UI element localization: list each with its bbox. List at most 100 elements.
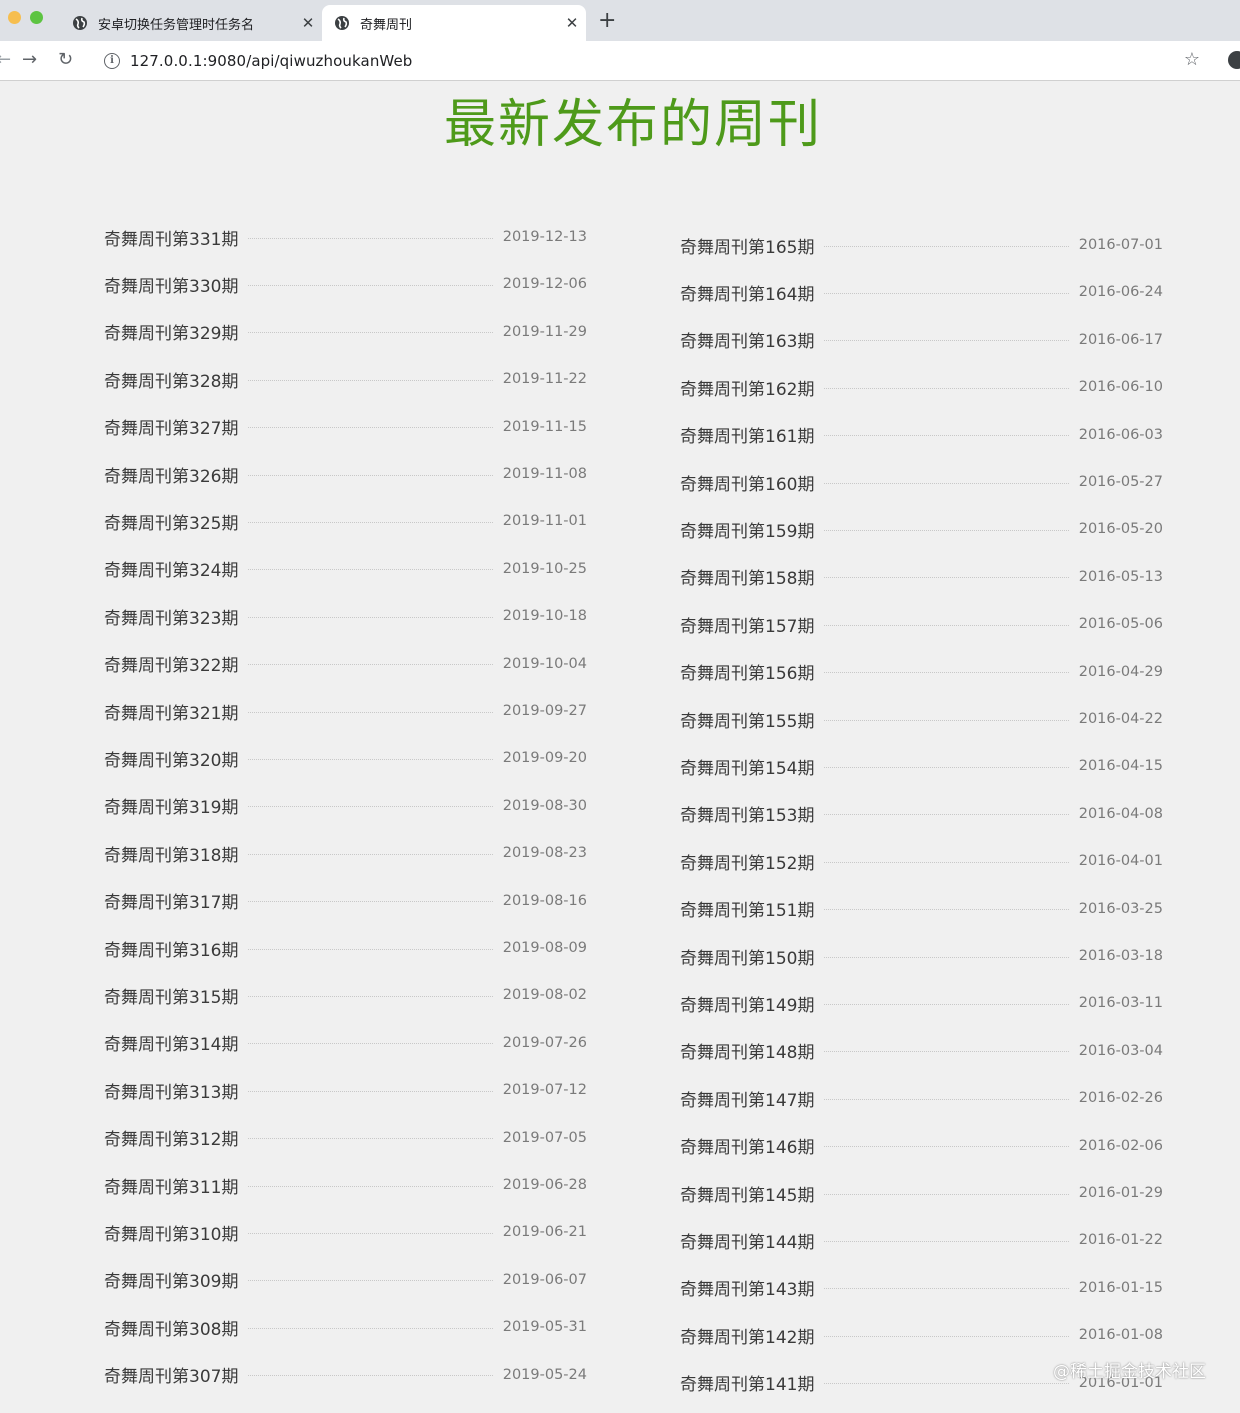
issue-title-link[interactable]: 奇舞周刊第150期 — [680, 944, 814, 969]
issue-title-link[interactable]: 奇舞周刊第151期 — [680, 896, 814, 921]
issue-row[interactable]: 奇舞周刊第159期 2016-05-20 — [680, 514, 1163, 544]
issue-row[interactable]: 奇舞周刊第147期 2016-02-26 — [680, 1083, 1163, 1113]
issue-title-link[interactable]: 奇舞周刊第165期 — [680, 233, 814, 258]
issue-row[interactable]: 奇舞周刊第155期 2016-04-22 — [680, 704, 1163, 734]
issue-row[interactable]: 奇舞周刊第331期 2019-12-13 — [104, 222, 587, 252]
issue-row[interactable]: 奇舞周刊第322期 2019-10-04 — [104, 649, 587, 679]
issue-row[interactable]: 奇舞周刊第311期 2019-06-28 — [104, 1170, 587, 1200]
issue-title-link[interactable]: 奇舞周刊第309期 — [104, 1267, 238, 1292]
issue-row[interactable]: 奇舞周刊第148期 2016-03-04 — [680, 1036, 1163, 1066]
window-maximize-button[interactable] — [30, 11, 43, 24]
issue-title-link[interactable]: 奇舞周刊第152期 — [680, 849, 814, 874]
issue-row[interactable]: 奇舞周刊第143期 2016-01-15 — [680, 1273, 1163, 1303]
issue-title-link[interactable]: 奇舞周刊第159期 — [680, 517, 814, 542]
issue-row[interactable]: 奇舞周刊第158期 2016-05-13 — [680, 562, 1163, 592]
close-icon[interactable]: ✕ — [558, 14, 586, 32]
issue-title-link[interactable]: 奇舞周刊第330期 — [104, 272, 238, 297]
issue-title-link[interactable]: 奇舞周刊第160期 — [680, 470, 814, 495]
issue-row[interactable]: 奇舞周刊第153期 2016-04-08 — [680, 799, 1163, 829]
issue-row[interactable]: 奇舞周刊第308期 2019-05-31 — [104, 1312, 587, 1342]
issue-row[interactable]: 奇舞周刊第327期 2019-11-15 — [104, 412, 587, 442]
issue-row[interactable]: 奇舞周刊第145期 2016-01-29 — [680, 1178, 1163, 1208]
issue-title-link[interactable]: 奇舞周刊第327期 — [104, 414, 238, 439]
issue-title-link[interactable]: 奇舞周刊第320期 — [104, 746, 238, 771]
issue-title-link[interactable]: 奇舞周刊第316期 — [104, 936, 238, 961]
issue-title-link[interactable]: 奇舞周刊第322期 — [104, 651, 238, 676]
issue-row[interactable]: 奇舞周刊第156期 2016-04-29 — [680, 657, 1163, 687]
issue-title-link[interactable]: 奇舞周刊第143期 — [680, 1275, 814, 1300]
issue-row[interactable]: 奇舞周刊第160期 2016-05-27 — [680, 467, 1163, 497]
issue-row[interactable]: 奇舞周刊第146期 2016-02-06 — [680, 1131, 1163, 1161]
issue-title-link[interactable]: 奇舞周刊第315期 — [104, 983, 238, 1008]
issue-row[interactable]: 奇舞周刊第310期 2019-06-21 — [104, 1217, 587, 1247]
plus-icon[interactable]: + — [598, 9, 616, 33]
issue-row[interactable]: 奇舞周刊第330期 2019-12-06 — [104, 269, 587, 299]
issue-title-link[interactable]: 奇舞周刊第329期 — [104, 319, 238, 344]
window-minimize-button[interactable] — [8, 11, 21, 24]
issue-row[interactable]: 奇舞周刊第328期 2019-11-22 — [104, 364, 587, 394]
issue-title-link[interactable]: 奇舞周刊第154期 — [680, 754, 814, 779]
issue-row[interactable]: 奇舞周刊第165期 2016-07-01 — [680, 230, 1163, 260]
issue-title-link[interactable]: 奇舞周刊第326期 — [104, 462, 238, 487]
issue-row[interactable]: 奇舞周刊第309期 2019-06-07 — [104, 1265, 587, 1295]
issue-row[interactable]: 奇舞周刊第316期 2019-08-09 — [104, 933, 587, 963]
issue-title-link[interactable]: 奇舞周刊第328期 — [104, 367, 238, 392]
issue-title-link[interactable]: 奇舞周刊第311期 — [104, 1173, 238, 1198]
issue-row[interactable]: 奇舞周刊第317期 2019-08-16 — [104, 886, 587, 916]
issue-title-link[interactable]: 奇舞周刊第156期 — [680, 659, 814, 684]
issue-row[interactable]: 奇舞周刊第313期 2019-07-12 — [104, 1075, 587, 1105]
issue-row[interactable]: 奇舞周刊第144期 2016-01-22 — [680, 1225, 1163, 1255]
profile-icon[interactable] — [1228, 51, 1240, 69]
issue-row[interactable]: 奇舞周刊第157期 2016-05-06 — [680, 609, 1163, 639]
issue-row[interactable]: 奇舞周刊第320期 2019-09-20 — [104, 743, 587, 773]
issue-row[interactable]: 奇舞周刊第149期 2016-03-11 — [680, 988, 1163, 1018]
issue-title-link[interactable]: 奇舞周刊第324期 — [104, 556, 238, 581]
issue-row[interactable]: 奇舞周刊第314期 2019-07-26 — [104, 1028, 587, 1058]
arrow-right-icon[interactable]: → — [22, 49, 37, 71]
issue-row[interactable]: 奇舞周刊第325期 2019-11-01 — [104, 506, 587, 536]
issue-title-link[interactable]: 奇舞周刊第317期 — [104, 888, 238, 913]
star-icon[interactable]: ☆ — [1184, 49, 1200, 71]
close-icon[interactable]: ✕ — [294, 14, 322, 32]
issue-row[interactable]: 奇舞周刊第142期 2016-01-08 — [680, 1320, 1163, 1350]
browser-tab-1[interactable]: 安卓切换任务管理时任务名 ✕ — [60, 5, 322, 41]
issue-title-link[interactable]: 奇舞周刊第331期 — [104, 225, 238, 250]
info-icon[interactable]: i — [104, 53, 120, 69]
issue-title-link[interactable]: 奇舞周刊第321期 — [104, 699, 238, 724]
issue-title-link[interactable]: 奇舞周刊第314期 — [104, 1030, 238, 1055]
reload-icon[interactable]: ↻ — [58, 49, 73, 71]
issue-row[interactable]: 奇舞周刊第323期 2019-10-18 — [104, 601, 587, 631]
issue-row[interactable]: 奇舞周刊第329期 2019-11-29 — [104, 317, 587, 347]
issue-title-link[interactable]: 奇舞周刊第313期 — [104, 1078, 238, 1103]
issue-row[interactable]: 奇舞周刊第315期 2019-08-02 — [104, 980, 587, 1010]
issue-title-link[interactable]: 奇舞周刊第312期 — [104, 1125, 238, 1150]
issue-row[interactable]: 奇舞周刊第162期 2016-06-10 — [680, 372, 1163, 402]
issue-title-link[interactable]: 奇舞周刊第308期 — [104, 1315, 238, 1340]
issue-title-link[interactable]: 奇舞周刊第163期 — [680, 327, 814, 352]
issue-title-link[interactable]: 奇舞周刊第145期 — [680, 1181, 814, 1206]
issue-title-link[interactable]: 奇舞周刊第144期 — [680, 1228, 814, 1253]
issue-title-link[interactable]: 奇舞周刊第319期 — [104, 793, 238, 818]
issue-row[interactable]: 奇舞周刊第150期 2016-03-18 — [680, 941, 1163, 971]
issue-row[interactable]: 奇舞周刊第163期 2016-06-17 — [680, 325, 1163, 355]
issue-title-link[interactable]: 奇舞周刊第164期 — [680, 280, 814, 305]
issue-title-link[interactable]: 奇舞周刊第142期 — [680, 1323, 814, 1348]
issue-title-link[interactable]: 奇舞周刊第307期 — [104, 1362, 238, 1387]
issue-title-link[interactable]: 奇舞周刊第148期 — [680, 1038, 814, 1063]
issue-row[interactable]: 奇舞周刊第307期 2019-05-24 — [104, 1360, 587, 1390]
issue-row[interactable]: 奇舞周刊第321期 2019-09-27 — [104, 696, 587, 726]
issue-title-link[interactable]: 奇舞周刊第141期 — [680, 1370, 814, 1395]
browser-tab-2[interactable]: 奇舞周刊 ✕ — [322, 5, 586, 41]
issue-title-link[interactable]: 奇舞周刊第323期 — [104, 604, 238, 629]
arrow-left-icon[interactable]: ← — [0, 49, 11, 71]
issue-row[interactable]: 奇舞周刊第319期 2019-08-30 — [104, 791, 587, 821]
issue-row[interactable]: 奇舞周刊第154期 2016-04-15 — [680, 751, 1163, 781]
issue-title-link[interactable]: 奇舞周刊第310期 — [104, 1220, 238, 1245]
issue-row[interactable]: 奇舞周刊第324期 2019-10-25 — [104, 554, 587, 584]
issue-row[interactable]: 奇舞周刊第161期 2016-06-03 — [680, 420, 1163, 450]
issue-title-link[interactable]: 奇舞周刊第147期 — [680, 1086, 814, 1111]
address-bar[interactable]: i 127.0.0.1:9080/api/qiwuzhoukanWeb — [92, 46, 1212, 76]
issue-row[interactable]: 奇舞周刊第312期 2019-07-05 — [104, 1123, 587, 1153]
issue-row[interactable]: 奇舞周刊第318期 2019-08-23 — [104, 838, 587, 868]
issue-title-link[interactable]: 奇舞周刊第158期 — [680, 564, 814, 589]
